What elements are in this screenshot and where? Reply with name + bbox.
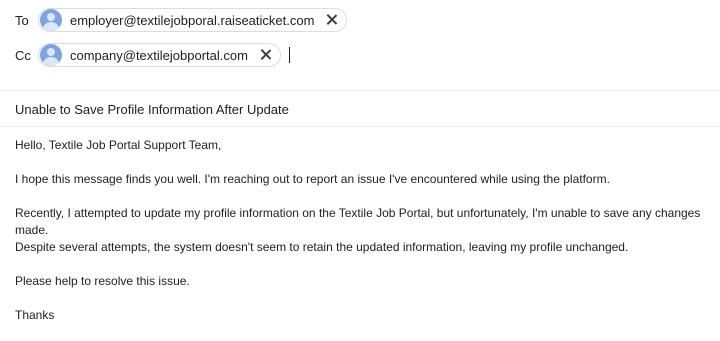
message-signoff: Thanks (15, 308, 55, 322)
message-paragraph: Recently, I attempted to update my profi… (15, 205, 715, 256)
cc-label: Cc (15, 47, 31, 63)
person-avatar-icon (40, 9, 62, 31)
message-line: Despite several attempts, the system doe… (15, 240, 629, 254)
to-label: To (15, 12, 29, 28)
cc-row: Cc company@textilejobportal.com (0, 43, 290, 67)
message-line: Recently, I attempted to update my profi… (15, 206, 701, 237)
divider (0, 90, 720, 91)
divider (0, 126, 720, 127)
to-row: To employer@textilejobporal.raiseaticket… (0, 8, 348, 32)
subject-field[interactable]: Unable to Save Profile Information After… (15, 102, 289, 117)
message-paragraph: Please help to resolve this issue. (15, 274, 190, 288)
message-greeting: Hello, Textile Job Portal Support Team, (15, 138, 222, 152)
message-paragraph: I hope this message finds you well. I'm … (15, 172, 610, 186)
close-icon[interactable] (324, 12, 340, 28)
cc-recipient-chip[interactable]: company@textilejobportal.com (38, 43, 281, 67)
close-icon[interactable] (258, 47, 274, 63)
person-avatar-icon (40, 44, 62, 66)
to-recipient-email: employer@textilejobporal.raiseaticket.co… (70, 12, 315, 28)
message-body[interactable]: Hello, Textile Job Portal Support Team, … (15, 137, 715, 341)
text-cursor[interactable] (288, 47, 290, 63)
cc-recipient-email: company@textilejobportal.com (70, 47, 248, 63)
to-recipient-chip[interactable]: employer@textilejobporal.raiseaticket.co… (38, 8, 348, 32)
